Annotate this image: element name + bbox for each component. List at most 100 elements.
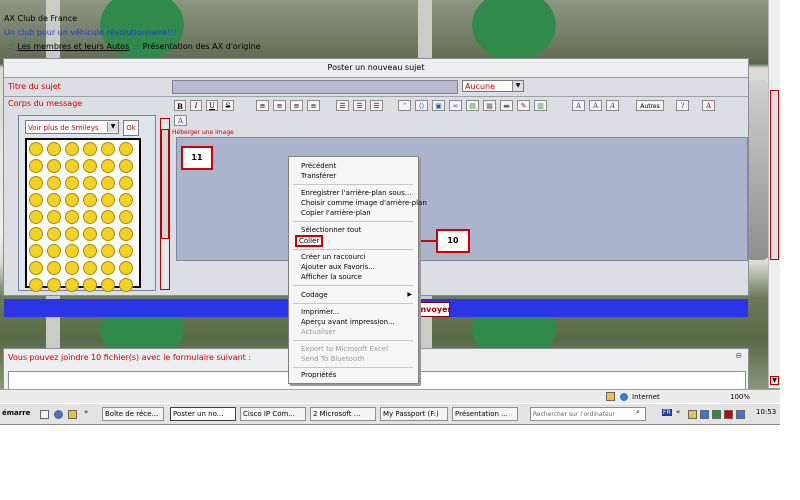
indent-icon[interactable]: ☰ [370,100,383,111]
menu-item-forward[interactable]: Transférer [301,172,336,180]
smiley-icon[interactable] [29,159,43,173]
menu-item-paste[interactable]: Coller [295,235,324,247]
video-icon[interactable]: ▤ [466,100,479,111]
taskbar-button-microsoft[interactable]: 2 Microsoft ... [310,407,376,421]
smiley-icon[interactable] [101,244,115,258]
quote-icon[interactable]: “ [398,100,411,111]
menu-item-add-favorites[interactable]: Ajouter aux Favoris... [301,263,375,271]
clear-format-icon[interactable]: A [702,100,715,111]
smiley-icon[interactable] [65,278,79,292]
subject-type-select[interactable]: Aucune ▼ [462,80,524,92]
smiley-icon[interactable] [65,261,79,275]
smiley-icon[interactable] [29,210,43,224]
smiley-icon[interactable] [47,176,61,190]
page-scrollbar[interactable]: ▼ [768,0,780,388]
more-chevron-icon[interactable]: » [84,408,88,416]
link-icon[interactable]: ∞ [449,100,462,111]
font-size-icon[interactable]: A [572,100,585,111]
smiley-icon[interactable] [83,193,97,207]
smiley-icon[interactable] [47,278,61,292]
ie-icon[interactable] [54,410,63,419]
align-right-icon[interactable]: ≡ [290,100,303,111]
smileys-select[interactable]: Voir plus de Smileys ▼ [25,120,119,134]
smiley-icon[interactable] [47,244,61,258]
smiley-icon[interactable] [47,227,61,241]
bold-button[interactable]: B [174,100,186,111]
menu-item-back[interactable]: Précédent [301,162,336,170]
menu-item-create-shortcut[interactable]: Créer un raccourci [301,253,366,261]
smiley-icon[interactable] [29,261,43,275]
tray-icon[interactable] [700,410,709,419]
smiley-icon[interactable] [47,159,61,173]
smiley-icon[interactable] [119,244,133,258]
smiley-icon[interactable] [65,142,79,156]
smiley-icon[interactable] [29,193,43,207]
scrollbar-thumb[interactable] [161,129,169,239]
smiley-icon[interactable] [101,278,115,292]
language-indicator[interactable]: FR [662,409,672,416]
scrollbar-thumb[interactable] [770,90,779,260]
smiley-icon[interactable] [65,193,79,207]
smiley-icon[interactable] [101,176,115,190]
bullet-list-icon[interactable]: ☰ [336,100,349,111]
folder-icon[interactable] [68,410,77,419]
smiley-icon[interactable] [29,142,43,156]
smiley-icon[interactable] [29,227,43,241]
smiley-icon[interactable] [101,261,115,275]
tray-icon[interactable] [736,410,745,419]
smiley-icon[interactable] [83,244,97,258]
host-image-link[interactable]: Héberger une image [172,129,234,136]
subscript-icon[interactable]: A [174,115,187,126]
smiley-icon[interactable] [101,227,115,241]
smiley-icon[interactable] [47,193,61,207]
smiley-icon[interactable] [119,176,133,190]
smiley-icon[interactable] [29,244,43,258]
chevron-down-icon[interactable]: ▼ [107,122,118,132]
smiley-icon[interactable] [29,176,43,190]
smiley-icon[interactable] [83,159,97,173]
smiley-icon[interactable] [83,210,97,224]
align-center-icon[interactable]: ≡ [273,100,286,111]
smiley-icon[interactable] [101,210,115,224]
smiley-icon[interactable] [119,193,133,207]
smiley-icon[interactable] [119,210,133,224]
smiley-icon[interactable] [101,193,115,207]
show-desktop-icon[interactable] [40,410,49,419]
smiley-icon[interactable] [119,227,133,241]
clock[interactable]: 10:53 [756,408,776,416]
smiley-icon[interactable] [65,227,79,241]
menu-item-properties[interactable]: Propriétés [301,371,336,379]
smileys-scrollbar[interactable] [160,118,170,290]
taskbar-button-post[interactable]: Poster un no... [170,407,236,421]
tray-chevron-icon[interactable]: « [676,408,680,416]
menu-item-print-preview[interactable]: Aperçu avant impression... [301,318,395,326]
smiley-icon[interactable] [47,210,61,224]
taskbar-button-passport[interactable]: My Passport (F:) [380,407,448,421]
smiley-icon[interactable] [101,159,115,173]
send-button[interactable]: Envoyer [414,302,451,317]
numbered-list-icon[interactable]: ☰ [353,100,366,111]
smiley-icon[interactable] [83,227,97,241]
smiley-icon[interactable] [47,142,61,156]
smiley-icon[interactable] [119,159,133,173]
menu-item-save-background[interactable]: Enregistrer l'arrière-plan sous... [301,189,411,197]
font-color-icon[interactable]: A [589,100,602,111]
smiley-icon[interactable] [83,142,97,156]
menu-item-select-all[interactable]: Sélectionner tout [301,226,361,234]
tray-icon[interactable] [724,410,733,419]
image-icon[interactable]: ▣ [432,100,445,111]
taskbar-button-presentation[interactable]: Présentation ... [452,407,518,421]
taskbar-search-input[interactable]: Rechercher sur l'ordinateur [530,407,646,421]
code-icon[interactable]: ⟨⟩ [415,100,428,111]
chevron-down-icon[interactable]: ▼ [512,81,523,91]
italic-button[interactable]: I [190,100,202,111]
breadcrumb-link[interactable]: Les membres et leurs Autos [17,42,129,51]
smiley-icon[interactable] [47,261,61,275]
taskbar-button-inbox[interactable]: Boîte de réce... [102,407,164,421]
subject-input[interactable] [172,80,458,94]
smiley-icon[interactable] [65,210,79,224]
smiley-icon[interactable] [65,159,79,173]
justify-icon[interactable]: ≡ [307,100,320,111]
smileys-ok-button[interactable]: Ok [123,120,139,136]
smiley-icon[interactable] [83,278,97,292]
